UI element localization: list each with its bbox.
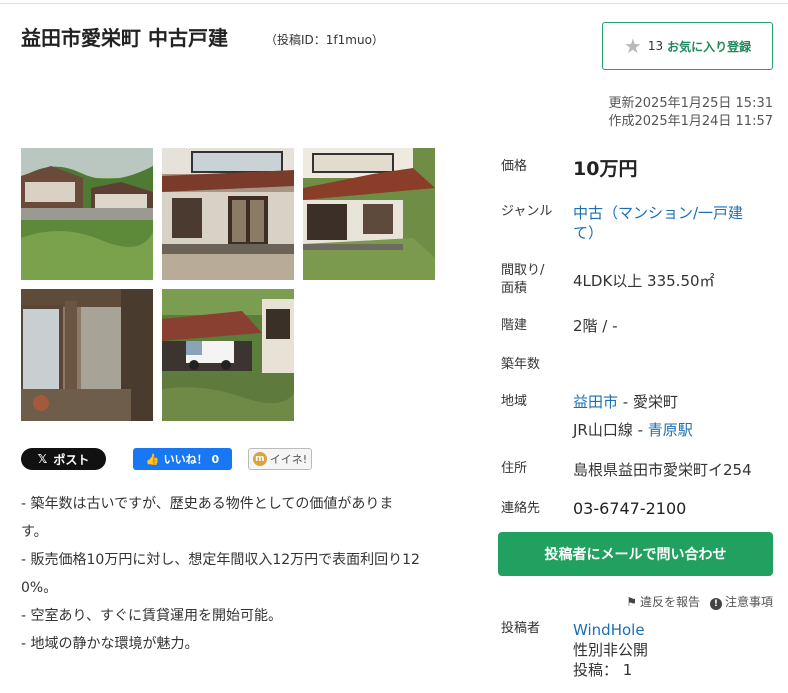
created-date: 作成2025年1月24日 11:57 [608,114,774,129]
star-icon: ★ [623,34,642,58]
station-link[interactable]: 青原駅 [648,421,693,439]
price-value: 10万円 [573,158,638,180]
description-line: - 販売価格10万円に対し、想定年間収入12万円で表面利回り12 [21,552,420,568]
phone-number: 03-6747-2100 [573,499,687,518]
post-id: （投稿ID：1f1muo） [265,33,384,47]
layout-label-line: 間取り/ [501,263,545,278]
poster-post-count: 投稿： 1 [573,661,633,679]
layout-label: 間取り/ 面積 [501,262,544,298]
favorite-button[interactable]: ★ 13 お気に入り登録 [602,22,773,70]
photo-interior-corridor[interactable] [21,289,153,421]
genre-link[interactable]: 中古（マンション/一戸建 て） [573,203,743,243]
poster-label: 投稿者 [501,621,541,636]
notice-link[interactable]: ! 注意事項 [709,593,773,610]
genre-value-line: て） [573,224,604,242]
description-line: す。 [21,524,48,540]
mixi-like-button[interactable]: m イイネ! [248,448,312,470]
building-age-label: 築年数 [501,357,541,372]
poster-info: WindHole 性別非公開 投稿： 1 [573,620,648,680]
property-description: - 築年数は古いですが、歴史ある物件としての価値がありま す。 - 販売価格10… [21,490,471,658]
post-dates: 更新2025年1月25日 15:31 作成2025年1月24日 11:57 [609,95,774,131]
floor-label: 階建 [501,318,528,333]
mixi-logo-icon: m [252,452,267,466]
photo-house-exterior-hillside[interactable] [21,148,153,280]
description-line: - 空室あり、すぐに賃貸運用を開始可能。 [21,608,282,624]
description-line: 0%。 [21,580,58,596]
area-value: 益田市 - 愛栄町 [573,392,678,412]
area-city-link[interactable]: 益田市 [573,393,618,411]
photo-yard-with-truck[interactable] [162,289,294,421]
price-label: 価格 [501,159,528,174]
area-town: - 愛栄町 [618,393,678,411]
flag-icon: ⚑ [626,595,637,609]
description-line: - 地域の静かな環境が魅力。 [21,636,199,652]
x-post-button[interactable]: 𝕏 ポスト [21,448,106,470]
station-value: JR山口線 - 青原駅 [573,420,693,440]
mixi-like-label: イイネ! [269,453,308,466]
top-divider [0,3,788,4]
notice-label: 注意事項 [724,595,773,609]
report-violation-label: 違反を報告 [639,595,700,609]
poster-gender: 性別非公開 [573,641,649,659]
area-label: 地域 [501,394,528,409]
photo-house-front-windows[interactable] [162,148,294,280]
favorite-label: お気に入り登録 [667,39,752,54]
facebook-like-label: いいね！ 0 [163,453,220,466]
layout-label-line: 面積 [501,281,528,296]
x-logo-icon: 𝕏 [37,452,48,466]
x-post-label: ポスト [53,452,90,467]
contact-label: 連絡先 [501,501,541,516]
thumbs-up-icon: 👍 [145,452,160,466]
layout-value: 4LDK以上 335.50㎡ [573,272,715,290]
address-label: 住所 [501,461,528,476]
address-value: 島根県益田市愛栄町イ254 [573,461,752,479]
train-line: JR山口線 - [573,421,648,439]
page-title: 益田市愛栄町 中古戸建 [21,26,228,50]
genre-label: ジャンル [501,204,553,219]
facebook-like-button[interactable]: 👍 いいね！ 0 [133,448,232,470]
report-violation-link[interactable]: ⚑ 違反を報告 [626,593,700,610]
description-line: - 築年数は古いですが、歴史ある物件としての価値がありま [21,496,394,512]
info-icon: ! [709,598,722,610]
updated-date: 更新2025年1月25日 15:31 [608,96,774,111]
favorite-count: 13 [647,39,664,53]
report-links: ⚑ 違反を報告 ! 注意事項 [626,593,773,610]
floor-value: 2階 / - [573,317,618,335]
email-inquiry-button[interactable]: 投稿者にメールで問い合わせ [498,532,773,576]
genre-value-line: 中古（マンション/一戸建 [573,204,744,222]
photo-house-side-roof[interactable] [303,148,435,280]
poster-name-link[interactable]: WindHole [573,620,648,640]
